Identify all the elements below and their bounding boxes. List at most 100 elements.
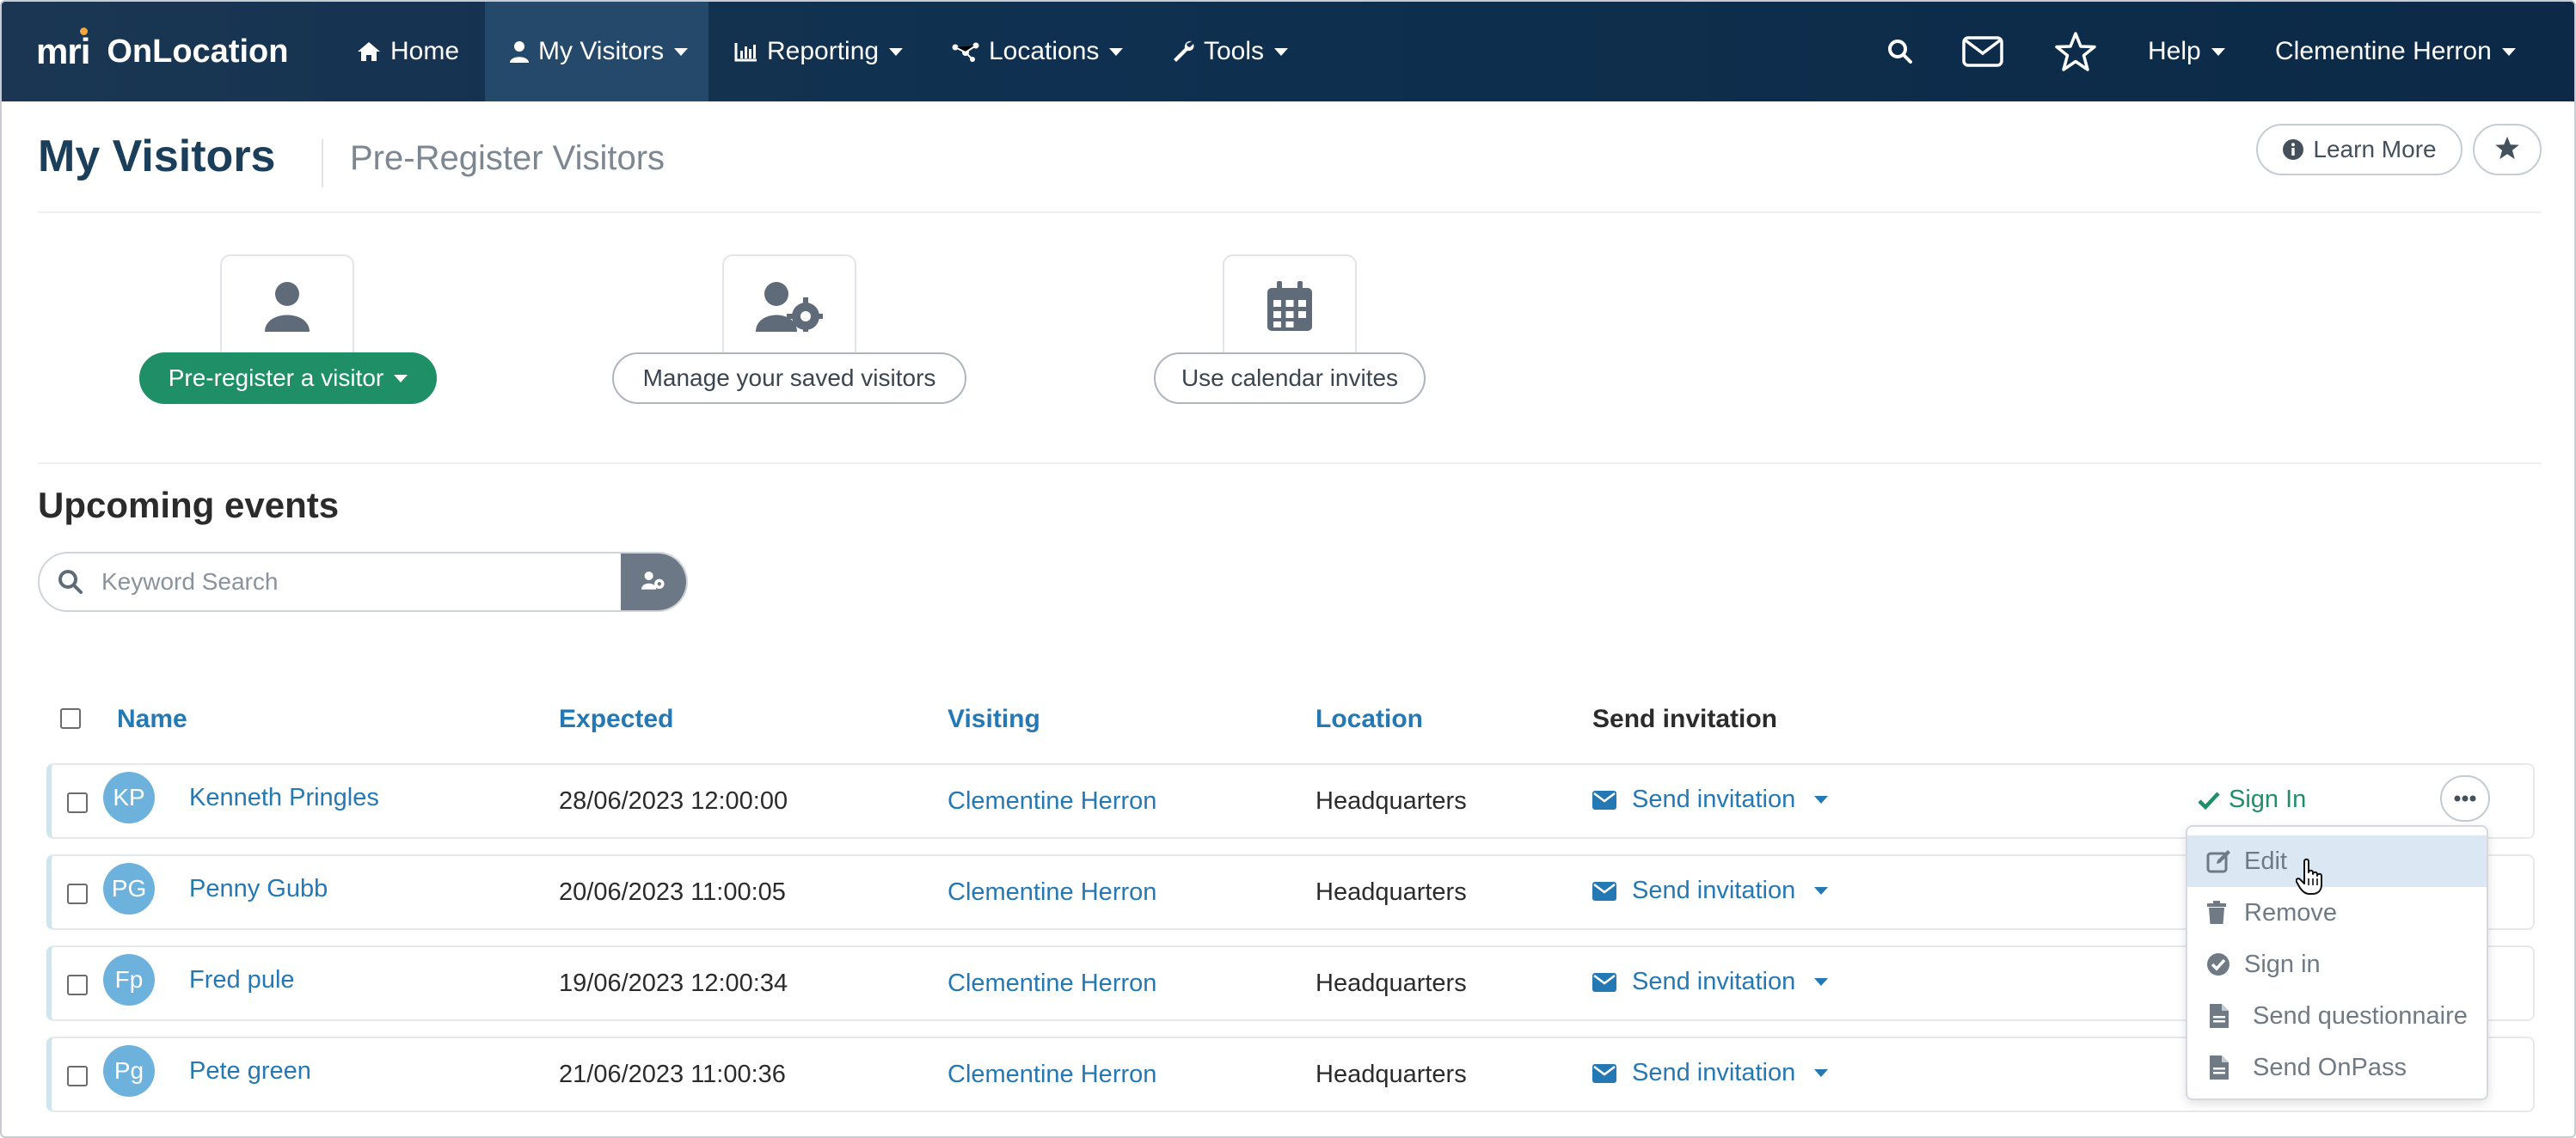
menu-item-remove-label: Remove — [2244, 898, 2337, 927]
use-calendar-invites-button[interactable]: Use calendar invites — [1154, 352, 1426, 404]
check-circle-icon — [2206, 952, 2232, 976]
send-invitation-label: Send invitation — [1632, 1059, 1796, 1086]
edit-icon — [2206, 849, 2232, 873]
sign-in-link[interactable]: Sign In — [2198, 786, 2306, 814]
document-icon — [2210, 1055, 2236, 1080]
visitor-name-link[interactable]: Pete green — [189, 1057, 311, 1086]
visiting-host-link[interactable]: Clementine Herron — [948, 878, 1156, 907]
chevron-down-icon — [674, 47, 689, 56]
chevron-down-icon — [1814, 978, 1829, 986]
menu-item-send-onpass-label: Send OnPass — [2253, 1053, 2407, 1081]
row-checkbox[interactable] — [67, 792, 88, 813]
keyword-search-input[interactable] — [101, 554, 621, 610]
row-checkbox[interactable] — [67, 975, 88, 995]
nav-help[interactable]: Help — [2148, 2, 2225, 101]
visiting-host-link[interactable]: Clementine Herron — [948, 1061, 1156, 1089]
avatar: Pg — [103, 1045, 155, 1097]
keyword-search — [38, 552, 688, 612]
check-icon — [2198, 791, 2220, 810]
nav-home[interactable]: Home — [356, 2, 459, 101]
nav-tools-label: Tools — [1204, 37, 1265, 65]
nav-my-visitors[interactable]: My Visitors — [485, 2, 708, 101]
user-menu[interactable]: Clementine Herron — [2275, 2, 2516, 101]
nav-help-label: Help — [2148, 37, 2201, 65]
user-cog-icon — [641, 571, 665, 594]
row-actions-button[interactable] — [2440, 775, 2490, 822]
chevron-down-icon — [1814, 887, 1829, 895]
pre-register-visitor-button[interactable]: Pre-register a visitor — [139, 352, 437, 404]
table-row — [46, 763, 2535, 839]
row-checkbox[interactable] — [67, 884, 88, 904]
info-icon — [2282, 138, 2304, 161]
nav-locations-label: Locations — [989, 37, 1100, 65]
expected-time: 21/06/2023 11:00:36 — [559, 1061, 786, 1088]
chevron-down-icon — [2501, 47, 2516, 56]
send-invitation-dropdown[interactable]: Send invitation — [1592, 1059, 1829, 1087]
star-outline-icon[interactable] — [2052, 31, 2100, 72]
nav-tools[interactable]: Tools — [1171, 2, 1289, 101]
title-divider — [322, 139, 323, 187]
column-visiting[interactable]: Visiting — [948, 705, 1040, 734]
search-icon[interactable] — [1881, 31, 1919, 72]
column-location[interactable]: Location — [1316, 705, 1423, 734]
app-logo[interactable]: mri OnLocation — [36, 28, 288, 72]
visitor-name-link[interactable]: Penny Gubb — [189, 875, 328, 903]
page-subtitle: Pre-Register Visitors — [350, 139, 665, 177]
send-invitation-dropdown[interactable]: Send invitation — [1592, 786, 1829, 814]
header-divider — [38, 211, 2542, 213]
envelope-icon — [1592, 881, 1616, 901]
visiting-host-link[interactable]: Clementine Herron — [948, 787, 1156, 816]
home-icon — [356, 40, 382, 63]
envelope-icon — [1592, 972, 1616, 992]
chevron-down-icon — [2211, 47, 2225, 56]
calendar-card-icon — [1223, 254, 1357, 366]
row-checkbox[interactable] — [67, 1066, 88, 1086]
menu-item-remove[interactable]: Remove — [2187, 887, 2487, 939]
sign-in-label: Sign In — [2229, 786, 2307, 813]
menu-item-sign-in[interactable]: Sign in — [2187, 939, 2487, 990]
ellipsis-icon — [2454, 791, 2476, 806]
menu-item-send-onpass[interactable]: Send OnPass — [2187, 1042, 2487, 1093]
nav-reporting[interactable]: Reporting — [734, 2, 904, 101]
pre-register-label: Pre-register a visitor — [168, 364, 384, 391]
envelope-icon — [1592, 1063, 1616, 1083]
menu-item-edit[interactable]: Edit — [2187, 835, 2487, 887]
favorite-button[interactable] — [2473, 124, 2542, 175]
page-title: My Visitors — [38, 132, 276, 181]
avatar: PG — [103, 863, 155, 915]
mail-icon[interactable] — [1959, 31, 2007, 72]
column-expected[interactable]: Expected — [559, 705, 673, 734]
send-invitation-label: Send invitation — [1632, 968, 1796, 995]
learn-more-label: Learn More — [2313, 136, 2437, 162]
bar-chart-icon — [734, 41, 758, 62]
visitor-name-link[interactable]: Kenneth Pringles — [189, 784, 379, 812]
envelope-icon — [1592, 790, 1616, 810]
manage-saved-label: Manage your saved visitors — [642, 364, 936, 391]
nav-locations[interactable]: Locations — [951, 2, 1124, 101]
expected-time: 28/06/2023 12:00:00 — [559, 787, 788, 815]
manage-saved-visitors-button[interactable]: Manage your saved visitors — [612, 352, 966, 404]
table-row — [46, 854, 2535, 930]
calendar-icon — [1267, 280, 1312, 335]
nav-my-visitors-label: My Visitors — [538, 37, 665, 65]
mri-logo-mark: mri — [36, 28, 90, 72]
expected-time: 20/06/2023 11:00:05 — [559, 878, 786, 906]
chevron-down-icon — [1814, 796, 1829, 804]
top-nav: mri OnLocation Home My Visitors Reportin… — [2, 2, 2574, 101]
visiting-host-link[interactable]: Clementine Herron — [948, 970, 1156, 998]
learn-more-button[interactable]: Learn More — [2256, 124, 2463, 175]
trash-icon — [2206, 901, 2232, 925]
nav-reporting-label: Reporting — [767, 37, 880, 65]
star-icon — [2493, 135, 2521, 165]
visitor-name-link[interactable]: Fred pule — [189, 966, 295, 994]
send-invitation-label: Send invitation — [1632, 786, 1796, 813]
visitor-filter-button[interactable] — [621, 554, 686, 610]
send-invitation-dropdown[interactable]: Send invitation — [1592, 968, 1829, 996]
menu-item-send-questionnaire[interactable]: Send questionnaire — [2187, 990, 2487, 1042]
menu-item-send-questionnaire-label: Send questionnaire — [2253, 1001, 2468, 1030]
select-all-checkbox[interactable] — [60, 708, 81, 729]
chevron-down-icon — [889, 47, 904, 56]
send-invitation-dropdown[interactable]: Send invitation — [1592, 877, 1829, 905]
wrench-icon — [1171, 40, 1195, 64]
column-name[interactable]: Name — [117, 705, 187, 734]
